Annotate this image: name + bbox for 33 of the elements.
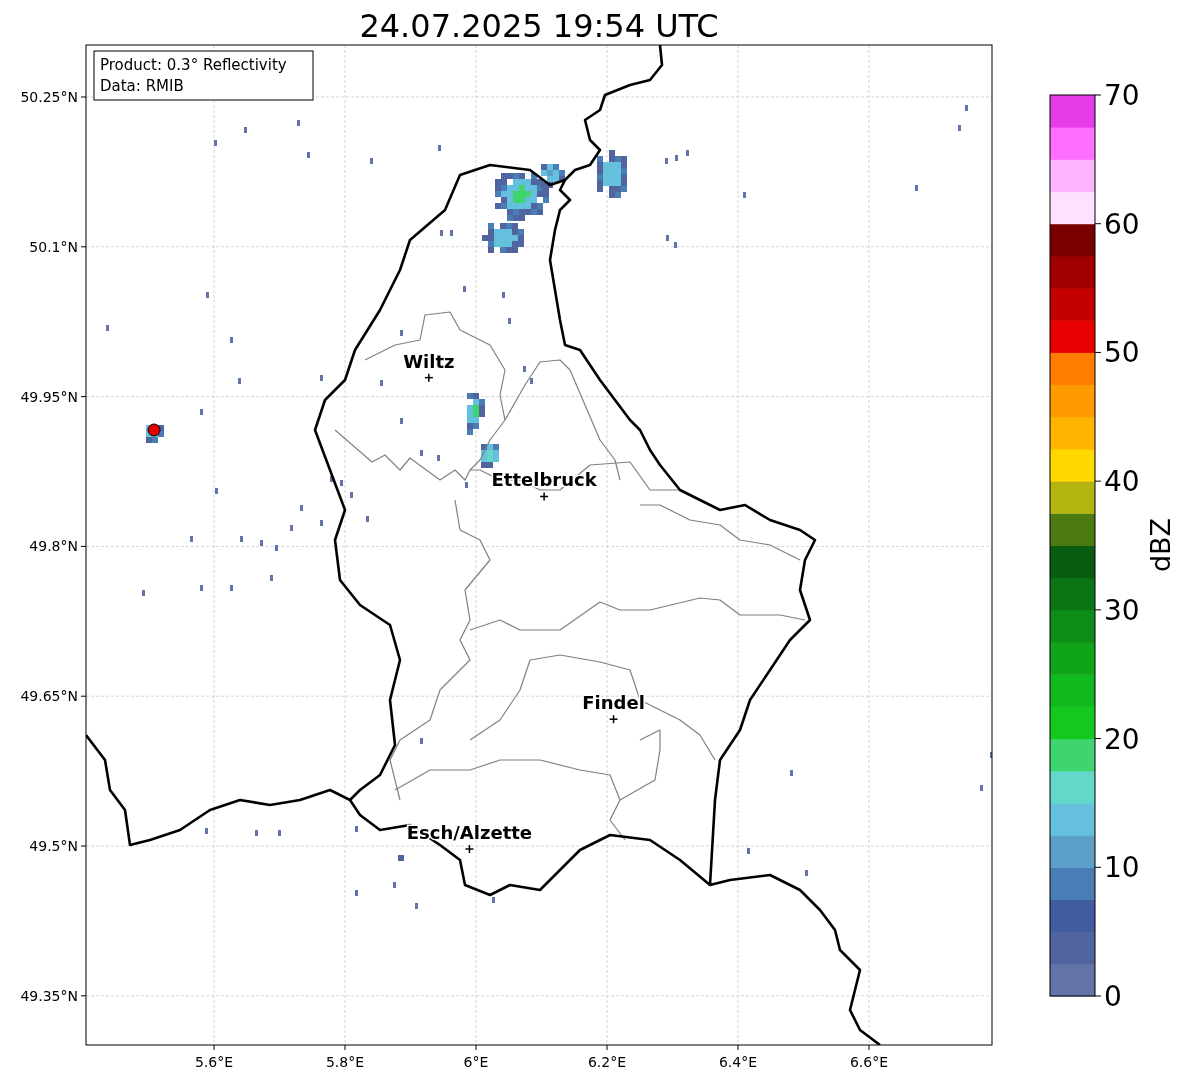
colorbar-label: dBZ	[1145, 517, 1176, 573]
axis-tick-label: 5.6°E	[194, 1054, 234, 1070]
axis-tick-label: 49.95°N	[20, 388, 78, 405]
city-marker-icon	[608, 714, 619, 724]
axis-tick-label: 49.8°N	[29, 538, 78, 555]
city-label: Findel	[582, 692, 645, 714]
radar-site-marker	[147, 423, 161, 437]
axis-tick-label: 5.8°E	[325, 1054, 365, 1070]
city-marker-icon	[464, 844, 475, 854]
city-label: Ettelbruck	[491, 469, 597, 491]
colorbar-tick-label: 40	[1104, 465, 1140, 499]
colorbar-tick-label: 0	[1104, 980, 1122, 1013]
axis-tick-label: 49.5°N	[29, 838, 78, 854]
axis-tick-label: 50.25°N	[20, 89, 78, 105]
annotation-text: Data: RMIB	[100, 77, 184, 95]
colorbar-tick-label: 60	[1104, 207, 1140, 241]
colorbar-tick-label: 10	[1104, 851, 1140, 885]
city-marker-icon	[539, 491, 549, 502]
axis-tick-label: 49.35°N	[20, 987, 78, 1004]
axis-tick-label: 6.4°E	[718, 1054, 758, 1070]
axis-tick-label: 49.65°N	[20, 688, 78, 705]
annotation-text: Product: 0.3° Reflectivity	[100, 56, 287, 74]
city-label: Wiltz	[403, 350, 455, 372]
axis-tick-label: 6.6°E	[849, 1054, 889, 1070]
colorbar-tick-label: 70	[1104, 79, 1140, 112]
colorbar-tick-label: 50	[1104, 336, 1140, 370]
plot-title: 24.07.2025 19:54 UTC	[359, 7, 719, 45]
city-marker-icon	[424, 372, 434, 383]
axis-tick-label: 6°E	[463, 1054, 489, 1070]
colorbar-tick-label: 20	[1104, 722, 1140, 756]
axis-tick-label: 6.2°E	[587, 1054, 627, 1070]
colorbar-tick-label: 30	[1104, 593, 1140, 627]
axis-tick-label: 50.1°N	[29, 238, 78, 255]
